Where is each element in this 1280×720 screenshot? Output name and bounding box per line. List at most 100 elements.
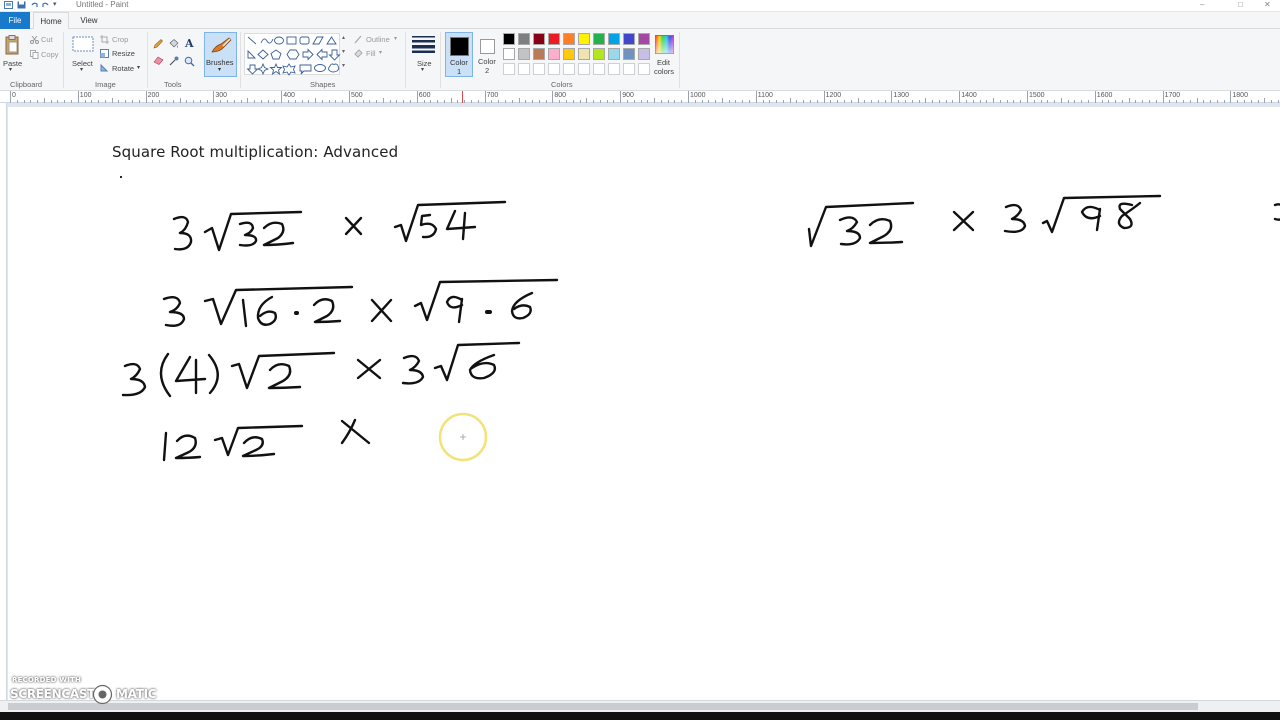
- color-swatch[interactable]: [533, 33, 545, 45]
- custom-color-slot[interactable]: [608, 63, 620, 75]
- edit-colors-icon[interactable]: [655, 35, 674, 54]
- paste-icon[interactable]: [5, 35, 19, 55]
- shapes-gallery[interactable]: [244, 33, 341, 76]
- brushes-button[interactable]: Brushes ▾: [204, 32, 237, 77]
- crop-label[interactable]: Crop: [112, 35, 128, 44]
- color-swatch[interactable]: [548, 33, 560, 45]
- custom-color-slot[interactable]: [638, 63, 650, 75]
- open-paren: [159, 352, 172, 398]
- drawing-canvas[interactable]: Square Root multiplication: Advanced: [8, 107, 1280, 703]
- ruler-major-tick: [688, 91, 689, 103]
- color-picker-icon[interactable]: [169, 56, 179, 66]
- custom-color-slot[interactable]: [563, 63, 575, 75]
- fill-bucket-icon[interactable]: [168, 39, 179, 49]
- color-swatch[interactable]: [593, 48, 605, 60]
- rotate-label[interactable]: Rotate: [112, 64, 134, 73]
- fill-chevron-icon[interactable]: ▾: [379, 49, 382, 56]
- custom-color-slot[interactable]: [623, 63, 635, 75]
- magnifier-icon[interactable]: [184, 56, 195, 67]
- color-swatch[interactable]: [593, 33, 605, 45]
- maximize-icon[interactable]: □: [1238, 0, 1243, 9]
- color-swatch[interactable]: [638, 48, 650, 60]
- color-swatch[interactable]: [563, 48, 575, 60]
- edit-colors-label-line1[interactable]: Edit: [657, 58, 670, 67]
- tab-home[interactable]: Home: [33, 12, 69, 30]
- digit-three: [238, 221, 258, 247]
- color2-button[interactable]: Color 2: [475, 32, 501, 77]
- color-swatch[interactable]: [608, 33, 620, 45]
- color-swatch[interactable]: [563, 33, 575, 45]
- tab-view[interactable]: View: [72, 12, 106, 30]
- custom-color-slot[interactable]: [518, 63, 530, 75]
- pencil-icon[interactable]: [153, 39, 163, 49]
- undo-icon[interactable]: [30, 1, 39, 9]
- size-icon[interactable]: [412, 35, 435, 53]
- shapes-scroll-icon[interactable]: ▾: [342, 48, 345, 55]
- color-swatch[interactable]: [578, 48, 590, 60]
- select-chevron-icon[interactable]: ▾: [80, 66, 83, 73]
- minimize-icon[interactable]: –: [1200, 0, 1204, 9]
- colors-group-label: Colors: [551, 80, 573, 89]
- ruler-major-tick: [891, 91, 893, 103]
- color-swatch[interactable]: [608, 48, 620, 60]
- size-chevron-icon[interactable]: ▾: [421, 66, 424, 73]
- fill-label[interactable]: Fill: [366, 49, 376, 58]
- copy-label[interactable]: Copy: [41, 50, 59, 59]
- color-swatch[interactable]: [578, 33, 590, 45]
- ruler-tick-label: 800: [554, 92, 567, 99]
- custom-color-slot[interactable]: [593, 63, 605, 75]
- edit-colors-label-line2[interactable]: colors: [654, 67, 674, 76]
- color-palette: [503, 33, 653, 79]
- digit-four: [445, 209, 477, 241]
- color1-button[interactable]: Color 1: [445, 32, 473, 77]
- horizontal-scrollbar[interactable]: [0, 700, 1280, 712]
- select-icon[interactable]: [72, 36, 94, 52]
- copy-icon[interactable]: [30, 50, 39, 59]
- custom-color-slot[interactable]: [548, 63, 560, 75]
- scrollbar-thumb[interactable]: [8, 703, 1198, 710]
- shapes-scroll-icon[interactable]: ▴: [342, 34, 345, 41]
- paste-label[interactable]: Paste: [3, 59, 22, 68]
- outline-icon[interactable]: [354, 35, 363, 44]
- color-swatch[interactable]: [503, 33, 515, 45]
- crop-icon[interactable]: [100, 35, 109, 44]
- redo-icon[interactable]: [41, 1, 50, 9]
- cut-icon[interactable]: [30, 36, 39, 44]
- outline-chevron-icon[interactable]: ▾: [394, 35, 397, 42]
- customize-qat-chevron-icon[interactable]: ▾: [53, 0, 62, 8]
- color-swatch[interactable]: [623, 48, 635, 60]
- size-label[interactable]: Size: [417, 59, 432, 68]
- color-swatch[interactable]: [503, 48, 515, 60]
- text-tool-icon[interactable]: A: [185, 37, 194, 50]
- outline-label[interactable]: Outline: [366, 35, 390, 44]
- tab-file[interactable]: File: [0, 12, 30, 29]
- shapes-expand-icon[interactable]: ▾: [342, 62, 345, 69]
- custom-color-slot[interactable]: [503, 63, 515, 75]
- rotate-icon[interactable]: [100, 63, 109, 72]
- radical-sign: [230, 351, 336, 390]
- brush-icon: [211, 37, 232, 53]
- watermark-logo-icon: [92, 684, 113, 705]
- ruler-major-tick: [213, 91, 215, 103]
- color-swatch[interactable]: [623, 33, 635, 45]
- color-swatch[interactable]: [548, 48, 560, 60]
- digit-two: [262, 221, 295, 247]
- eraser-icon[interactable]: [153, 56, 164, 65]
- cut-label[interactable]: Cut: [41, 35, 53, 44]
- resize-label[interactable]: Resize: [112, 49, 135, 58]
- color-swatch[interactable]: [518, 48, 530, 60]
- resize-icon[interactable]: [100, 49, 109, 58]
- fill-icon[interactable]: [354, 49, 363, 58]
- custom-color-slot[interactable]: [578, 63, 590, 75]
- color-swatch[interactable]: [518, 33, 530, 45]
- digit-two: [267, 363, 302, 390]
- paste-chevron-icon[interactable]: ▾: [9, 66, 12, 73]
- rotate-chevron-icon[interactable]: ▾: [137, 64, 140, 71]
- ruler-tick-label: 400: [283, 92, 295, 99]
- color-swatch[interactable]: [638, 33, 650, 45]
- close-icon[interactable]: ✕: [1264, 0, 1271, 9]
- save-icon[interactable]: [17, 1, 26, 9]
- color-swatch[interactable]: [533, 48, 545, 60]
- custom-color-slot[interactable]: [533, 63, 545, 75]
- group-divider: [147, 32, 148, 88]
